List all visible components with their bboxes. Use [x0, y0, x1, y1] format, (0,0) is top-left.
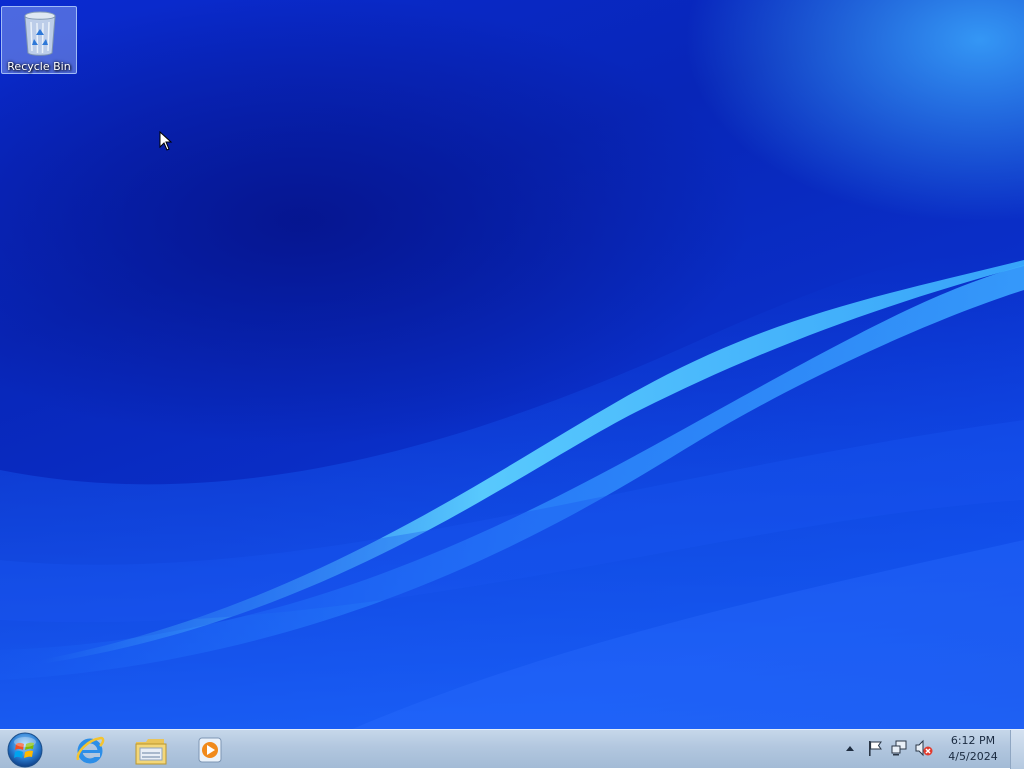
- desktop-icon-recycle-bin[interactable]: Recycle Bin: [1, 6, 77, 74]
- show-desktop-button[interactable]: [1010, 730, 1024, 769]
- mouse-cursor-icon: [159, 131, 173, 151]
- desktop[interactable]: Recycle Bin: [0, 0, 1024, 768]
- recycle-bin-icon: [24, 11, 56, 56]
- windows-start-orb-icon[interactable]: [6, 731, 44, 769]
- clock-time: 6:12 PM: [950, 734, 996, 747]
- show-hidden-icons-chevron-icon[interactable]: [845, 744, 855, 752]
- network-icon[interactable]: [890, 739, 908, 757]
- clock-date: 4/5/2024: [948, 750, 998, 763]
- volume-muted-icon[interactable]: [914, 739, 934, 757]
- taskbar-pinned-media-player[interactable]: [180, 732, 240, 768]
- taskbar-pinned-internet-explorer[interactable]: [60, 732, 120, 768]
- taskbar: 6:12 PM 4/5/2024: [0, 729, 1024, 769]
- desktop-icon-label: Recycle Bin: [7, 60, 71, 73]
- system-clock[interactable]: 6:12 PM 4/5/2024: [940, 733, 1006, 765]
- media-player-icon: [198, 737, 222, 763]
- internet-explorer-icon: [76, 736, 105, 764]
- folder-icon: [135, 739, 167, 765]
- action-center-flag-icon[interactable]: [866, 739, 884, 757]
- wallpaper-waves: [0, 253, 1024, 730]
- taskbar-pinned-windows-explorer[interactable]: [120, 732, 180, 768]
